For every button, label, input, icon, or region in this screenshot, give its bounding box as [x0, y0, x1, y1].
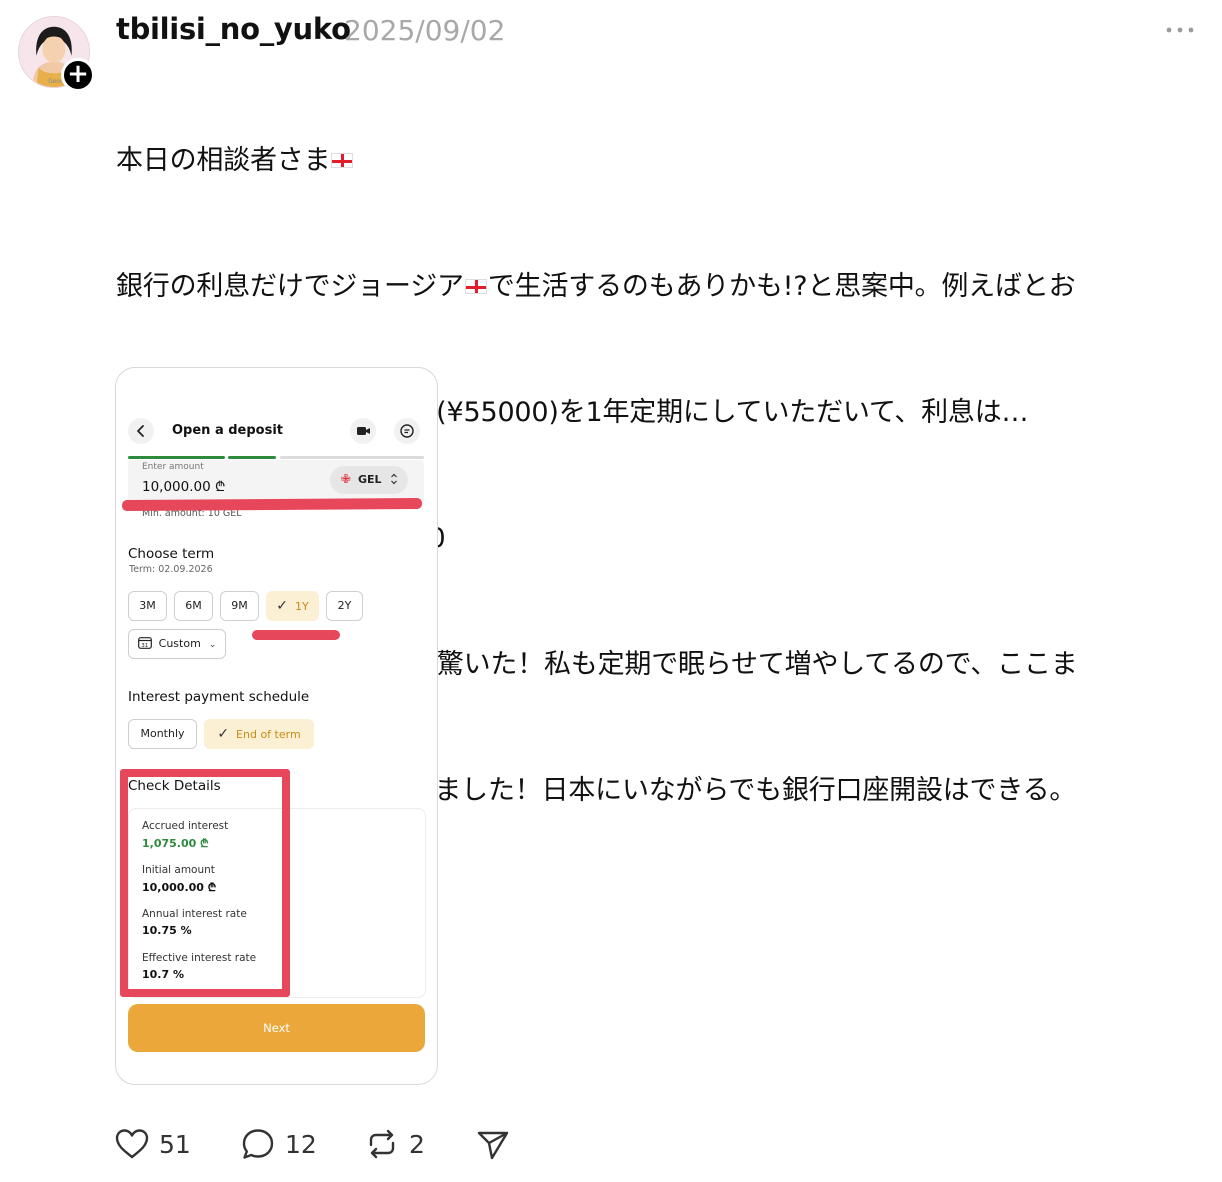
term-1y[interactable]: ✓ 1Y — [266, 591, 319, 621]
red-highlight-box — [120, 769, 290, 997]
repost-icon — [369, 1129, 395, 1159]
georgian-flag-icon — [331, 153, 354, 168]
schedule-title: Interest payment schedule — [128, 689, 310, 705]
attached-screenshot[interactable]: Open a deposit Enter amount 10,000.00 ₾ … — [115, 367, 438, 1085]
red-underline-mark — [252, 630, 340, 640]
term-3m[interactable]: 3M — [128, 591, 167, 621]
georgian-flag-icon — [464, 279, 487, 294]
calendar-icon: 31 — [137, 637, 152, 649]
post-line: 本日の相談者さま — [116, 140, 1206, 182]
like-count: 51 — [159, 1129, 191, 1159]
repost-count: 2 — [409, 1129, 425, 1159]
currency-code: GEL — [358, 473, 382, 486]
post-date: 2025/09/02 — [344, 14, 506, 47]
term-2y[interactable]: 2Y — [326, 591, 363, 621]
term-custom-dropdown[interactable]: 31 Custom ⌄ — [128, 629, 226, 659]
term-9m[interactable]: 9M — [220, 591, 259, 621]
term-6m[interactable]: 6M — [174, 591, 213, 621]
post-line: 銀行の利息だけでジョージア で生活するのもありかも!?と思案中。例えばとお — [116, 271, 1076, 302]
chevron-down-icon: ⌄ — [208, 640, 217, 650]
georgian-flag-icon: ✙ — [341, 472, 352, 486]
step-indicator — [128, 456, 225, 459]
video-icon — [350, 418, 376, 444]
share-icon — [477, 1131, 509, 1160]
back-icon — [128, 418, 154, 444]
comment-button[interactable]: 12 — [239, 1124, 317, 1164]
schedule-monthly[interactable]: Monthly — [128, 719, 197, 749]
add-follow-icon[interactable]: + — [61, 58, 95, 92]
choose-term-title: Choose term — [128, 546, 215, 562]
amount-value: 10,000.00 ₾ — [142, 479, 226, 495]
comment-count: 12 — [285, 1129, 317, 1159]
next-button: Next — [128, 1004, 425, 1052]
share-button[interactable] — [474, 1124, 512, 1164]
check-icon: ✓ — [217, 726, 230, 742]
app-title: Open a deposit — [172, 423, 284, 438]
chat-icon — [394, 418, 420, 444]
check-icon: ✓ — [276, 598, 288, 614]
repost-button[interactable]: 2 — [363, 1124, 425, 1164]
step-indicator — [280, 456, 424, 459]
step-indicator — [228, 456, 276, 459]
amount-label: Enter amount — [142, 462, 204, 472]
svg-text:31: 31 — [141, 643, 148, 649]
more-icon[interactable] — [1164, 18, 1196, 42]
schedule-end-of-term[interactable]: ✓ End of term — [204, 719, 314, 749]
term-date: Term: 02.09.2026 — [129, 564, 213, 575]
comment-icon — [242, 1129, 274, 1159]
currency-selector[interactable]: ✙ GEL — [330, 466, 408, 494]
like-button[interactable]: 51 — [113, 1124, 191, 1164]
username[interactable]: tbilisi_no_yuko — [116, 12, 351, 46]
chevron-updown-icon — [391, 473, 397, 485]
heart-icon — [115, 1129, 149, 1159]
red-underline-mark — [121, 497, 423, 512]
